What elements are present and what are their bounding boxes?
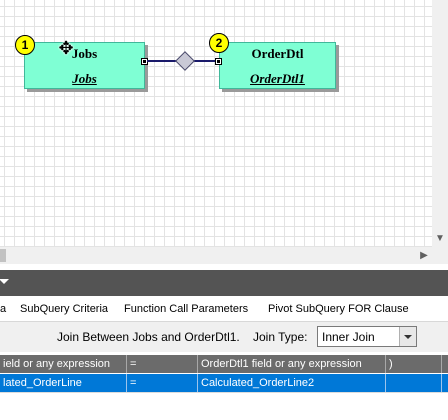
vertical-scrollbar[interactable]: ▼	[432, 0, 448, 247]
table-orderdtl[interactable]: OrderDtl OrderDtl1	[215, 42, 336, 89]
column-header-left-field[interactable]: ield or any expression	[0, 355, 127, 373]
table-jobs-alias[interactable]: Jobs	[25, 71, 144, 87]
column-header-operator[interactable]: =	[127, 355, 198, 373]
table-jobs-name: Jobs	[71, 46, 98, 61]
tab-subquery-criteria[interactable]: SubQuery Criteria	[20, 303, 108, 315]
table-orderdtl-name: OrderDtl	[251, 46, 304, 61]
tab-function-call-parameters[interactable]: Function Call Parameters	[124, 303, 248, 315]
table-jobs[interactable]: Jobs Jobs	[24, 42, 148, 89]
column-header-paren[interactable]: )	[386, 355, 442, 373]
scroll-right-icon[interactable]: ▶	[416, 247, 432, 264]
table-orderdtl-badge: 2	[209, 33, 229, 53]
tab-pivot-subquery-for-clause[interactable]: Pivot SubQuery FOR Clause	[268, 303, 409, 315]
cell-operator[interactable]: =	[127, 374, 198, 392]
move-cursor-icon: ✥	[58, 38, 74, 58]
table-row[interactable]: lated_OrderLine = Calculated_OrderLine2	[0, 374, 448, 392]
criteria-tabs: a SubQuery Criteria Function Call Parame…	[0, 296, 448, 322]
join-diamond-icon[interactable]	[175, 51, 195, 71]
grid-header: ield or any expression = OrderDtl1 field…	[0, 355, 448, 373]
grid-row-divider	[0, 392, 448, 393]
panel-dropdown-arrow-icon[interactable]	[0, 279, 9, 284]
join-type-dropdown-icon[interactable]	[399, 327, 416, 346]
join-type-select[interactable]: Inner Join	[317, 326, 417, 347]
column-header-right-field[interactable]: OrderDtl1 field or any expression	[198, 355, 386, 373]
cell-paren[interactable]	[386, 374, 442, 392]
horizontal-scrollbar[interactable]: ▶	[0, 247, 432, 264]
cell-left-field[interactable]: lated_OrderLine	[0, 374, 127, 392]
table-orderdtl-alias[interactable]: OrderDtl1	[220, 71, 335, 87]
horizontal-scroll-thumb[interactable]	[0, 249, 6, 262]
query-designer-canvas[interactable]: Jobs Jobs 1 ✥ OrderDtl OrderDtl1 2	[0, 0, 432, 247]
row-end-cap	[442, 374, 448, 392]
join-conditions-grid[interactable]: ield or any expression = OrderDtl1 field…	[0, 355, 448, 420]
scrollbar-corner	[432, 247, 448, 264]
table-jobs-badge: 1	[15, 35, 35, 55]
join-description: Join Between Jobs and OrderDtl1.	[57, 330, 240, 344]
cell-right-field[interactable]: Calculated_OrderLine2	[198, 374, 386, 392]
join-type-label: Join Type:	[253, 330, 308, 344]
join-type-value: Inner Join	[322, 330, 375, 344]
table-orderdtl-connector[interactable]	[215, 58, 222, 65]
join-settings-row: Join Between Jobs and OrderDtl1. Join Ty…	[0, 322, 448, 352]
bottom-panel-header	[0, 270, 448, 296]
tab-truncated[interactable]: a	[0, 303, 6, 315]
scroll-down-icon[interactable]: ▼	[432, 231, 448, 247]
